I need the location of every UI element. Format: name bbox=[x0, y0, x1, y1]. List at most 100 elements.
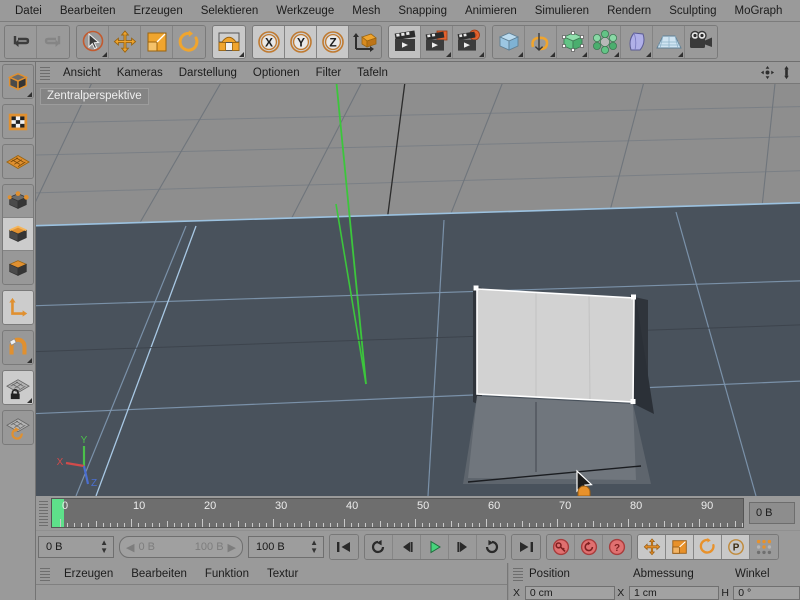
menu-item-erzeugen[interactable]: Erzeugen bbox=[124, 0, 191, 21]
viewport-menu-kameras[interactable]: Kameras bbox=[109, 62, 171, 84]
deformer-button[interactable] bbox=[589, 25, 621, 58]
live-selection-button[interactable] bbox=[77, 25, 109, 58]
undo-button[interactable] bbox=[5, 25, 37, 58]
go-to-end-button[interactable] bbox=[512, 535, 540, 559]
viewport-grip-icon[interactable] bbox=[40, 65, 50, 80]
position-key-button[interactable] bbox=[638, 535, 666, 559]
menu-item-werkzeuge[interactable]: Werkzeuge bbox=[267, 0, 343, 21]
timeline-current-frame-field[interactable]: 0 B bbox=[749, 502, 795, 524]
end-frame-field[interactable]: 100 B ▲ ▼ bbox=[248, 536, 324, 558]
coordinates-panel-grip-icon[interactable] bbox=[513, 567, 523, 581]
menu-item-datei[interactable]: Datei bbox=[6, 0, 51, 21]
viewport-3d-scene[interactable]: Zentralperspektive Y X Z bbox=[36, 84, 800, 496]
viewport-canvas[interactable] bbox=[36, 84, 800, 496]
timeline-grip-icon[interactable] bbox=[39, 500, 48, 526]
loop-back-button[interactable] bbox=[365, 535, 393, 559]
scale-key-button[interactable] bbox=[666, 535, 694, 559]
autokey-button[interactable] bbox=[575, 535, 603, 559]
record-key-button[interactable] bbox=[547, 535, 575, 559]
material-menu-bearbeiten[interactable]: Bearbeiten bbox=[122, 568, 196, 580]
stepper-icon[interactable]: ▲ ▼ bbox=[307, 539, 321, 555]
key-selection-button[interactable]: ? bbox=[603, 535, 631, 559]
menu-item-charakter[interactable]: Charakter bbox=[791, 0, 800, 21]
play-button[interactable] bbox=[421, 535, 449, 559]
axis-lock-z-button[interactable]: Z bbox=[317, 25, 349, 58]
menu-item-selektieren[interactable]: Selektieren bbox=[192, 0, 268, 21]
material-menu-textur[interactable]: Textur bbox=[258, 568, 307, 580]
material-menu-erzeugen[interactable]: Erzeugen bbox=[55, 568, 122, 580]
bend-button[interactable] bbox=[621, 25, 653, 58]
current-frame-field[interactable]: 0 B ▲ ▼ bbox=[38, 536, 114, 558]
menu-item-rendern[interactable]: Rendern bbox=[598, 0, 660, 21]
preview-range-field[interactable]: ◀ 0 B 100 B ▶ bbox=[119, 536, 243, 558]
viewport-menu-darstellung[interactable]: Darstellung bbox=[171, 62, 245, 84]
menu-item-simulieren[interactable]: Simulieren bbox=[526, 0, 598, 21]
workplane-reset-button[interactable] bbox=[3, 411, 33, 444]
coord-position-x-field[interactable]: 0 cm bbox=[524, 585, 616, 600]
workplane-mode-button[interactable] bbox=[3, 145, 33, 178]
prev-frame-button[interactable] bbox=[393, 535, 421, 559]
camera-button[interactable] bbox=[685, 25, 717, 58]
coord-size-x-field[interactable]: 1 cm bbox=[629, 585, 720, 600]
polygons-mode-button[interactable] bbox=[3, 251, 33, 284]
coordinate-system-button[interactable] bbox=[349, 25, 381, 58]
spline-button[interactable] bbox=[525, 25, 557, 58]
redo-button[interactable] bbox=[37, 25, 69, 58]
timeline-minor-tick bbox=[372, 523, 373, 527]
parameter-key-button[interactable]: P bbox=[722, 535, 750, 559]
world-object-axis-button[interactable] bbox=[213, 25, 245, 58]
axis-lock-y-button[interactable]: Y bbox=[285, 25, 317, 58]
timeline-minor-tick bbox=[607, 523, 608, 527]
viewport-menu-filter[interactable]: Filter bbox=[308, 62, 350, 84]
position-key-icon bbox=[643, 538, 660, 556]
points-mode-button[interactable] bbox=[2, 185, 33, 218]
edges-mode-button[interactable] bbox=[2, 218, 33, 251]
pan-view-icon[interactable] bbox=[760, 65, 775, 80]
axis-mode-button[interactable] bbox=[2, 291, 33, 324]
zoom-view-icon[interactable] bbox=[779, 65, 794, 80]
leftbar-group-object-mode bbox=[1, 64, 34, 99]
menu-item-mograph[interactable]: MoGraph bbox=[726, 0, 792, 21]
magnet-snap-button[interactable] bbox=[3, 331, 33, 364]
move-tool-button[interactable] bbox=[109, 25, 141, 58]
go-to-start-button[interactable] bbox=[330, 535, 358, 559]
range-right-arrow-icon[interactable]: ▶ bbox=[228, 541, 236, 554]
material-panel-grip-icon[interactable] bbox=[40, 566, 50, 581]
toolbar-group-axis-system bbox=[212, 24, 246, 59]
render-picture-viewer-button[interactable] bbox=[421, 25, 453, 58]
stepper-icon[interactable]: ▲ ▼ bbox=[97, 539, 111, 555]
material-menu-funktion[interactable]: Funktion bbox=[196, 568, 258, 580]
render-view-button[interactable] bbox=[389, 25, 421, 58]
scale-tool-button[interactable] bbox=[141, 25, 173, 58]
workplane-lock-icon bbox=[5, 378, 30, 399]
floor-button[interactable] bbox=[653, 25, 685, 58]
coord-angle-h-field[interactable]: 0 ° bbox=[733, 585, 800, 600]
menu-item-mesh[interactable]: Mesh bbox=[343, 0, 389, 21]
pla-key-button[interactable] bbox=[750, 535, 778, 559]
cube-primitive-button[interactable] bbox=[493, 25, 525, 58]
loop-forward-button[interactable] bbox=[477, 535, 505, 559]
rotation-key-button[interactable] bbox=[694, 535, 722, 559]
menu-item-animieren[interactable]: Animieren bbox=[456, 0, 526, 21]
texture-mode-button[interactable] bbox=[3, 105, 33, 138]
menu-item-sculpting[interactable]: Sculpting bbox=[660, 0, 725, 21]
generator-button[interactable] bbox=[557, 25, 589, 58]
viewport-menu-tafeln[interactable]: Tafeln bbox=[349, 62, 396, 84]
object-mode-icon bbox=[7, 72, 28, 91]
timeline-ruler[interactable]: 0102030405060708090100 bbox=[51, 498, 744, 528]
flyout-corner-icon bbox=[26, 398, 32, 403]
workplane-lock-button[interactable] bbox=[2, 371, 33, 404]
rotate-tool-button[interactable] bbox=[173, 25, 205, 58]
object-mode-button[interactable] bbox=[3, 65, 33, 98]
axis-lock-x-button[interactable]: X bbox=[253, 25, 285, 58]
viewport-menu-optionen[interactable]: Optionen bbox=[245, 62, 308, 84]
viewport-menu-ansicht[interactable]: Ansicht bbox=[55, 62, 109, 84]
timeline-minor-tick bbox=[188, 523, 189, 527]
menu-item-bearbeiten[interactable]: Bearbeiten bbox=[51, 0, 125, 21]
next-frame-button[interactable] bbox=[449, 535, 477, 559]
axis-y-icon: Y bbox=[289, 30, 312, 53]
timeline-minor-tick bbox=[465, 523, 466, 527]
range-left-arrow-icon[interactable]: ◀ bbox=[126, 541, 134, 554]
menu-item-snapping[interactable]: Snapping bbox=[389, 0, 456, 21]
render-settings-button[interactable] bbox=[453, 25, 485, 58]
